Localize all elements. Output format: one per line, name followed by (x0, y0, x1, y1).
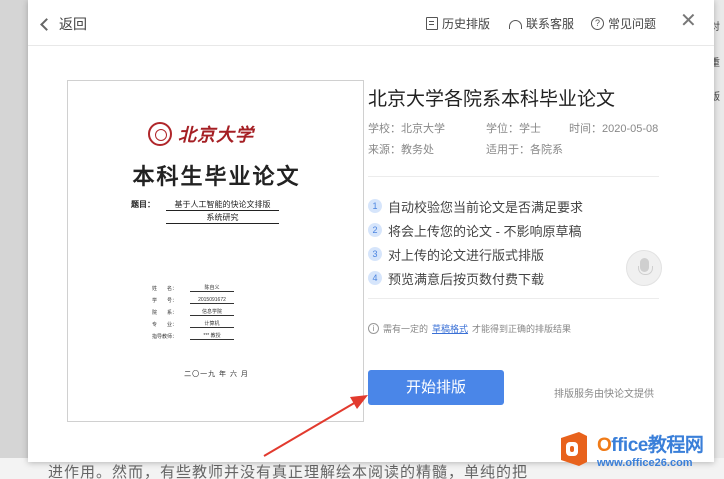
watermark-url: www.office26.com (597, 456, 693, 469)
annotation-arrow (263, 395, 368, 457)
watermark-rest: ffice教程网 (611, 434, 704, 456)
watermark-o: O (597, 434, 612, 456)
watermark-text: Office教程网 www.office26.com (597, 430, 704, 469)
watermark-line1: Office教程网 (597, 430, 704, 457)
office26-watermark: Office教程网 www.office26.com (557, 426, 721, 472)
office-logo-icon (561, 432, 587, 466)
